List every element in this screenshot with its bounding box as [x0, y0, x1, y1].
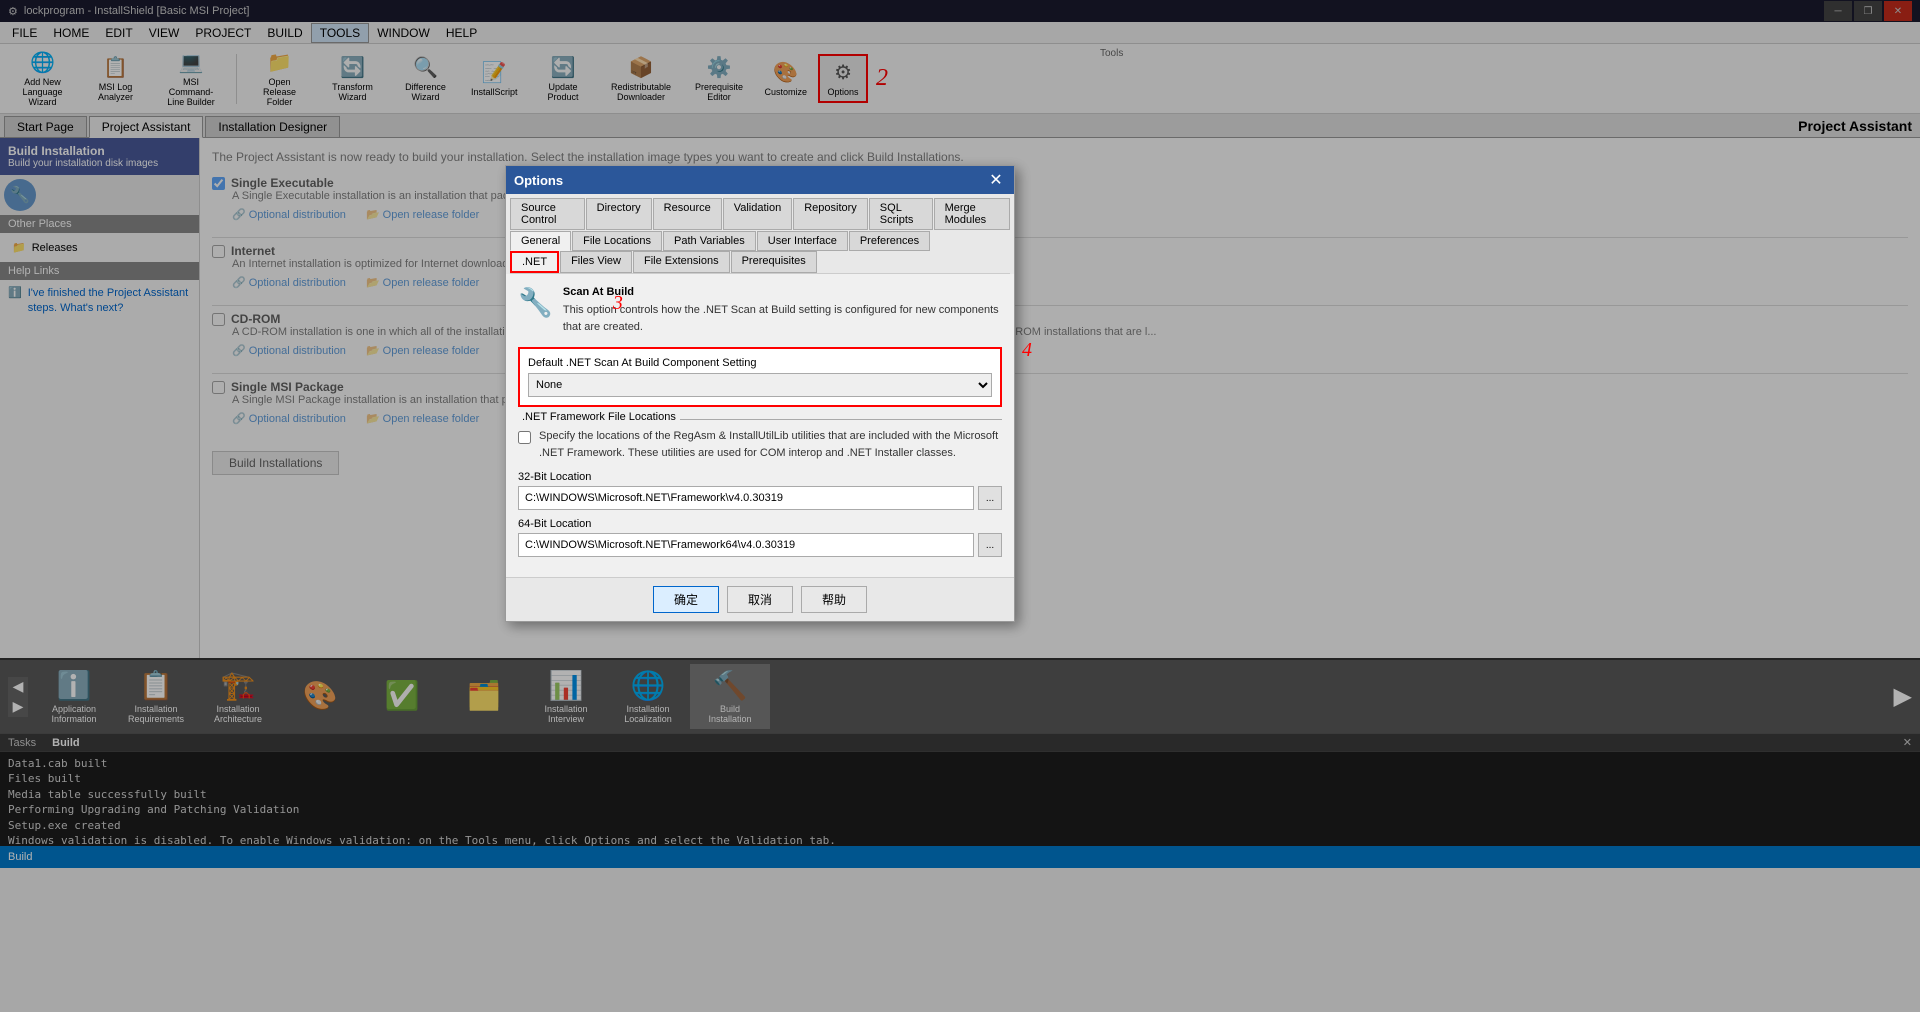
tab-source-control[interactable]: Source Control [510, 198, 585, 230]
default-setting-label: Default .NET Scan At Build Component Set… [528, 357, 992, 369]
tab-file-extensions[interactable]: File Extensions [633, 251, 730, 273]
default-setting-group: Default .NET Scan At Build Component Set… [518, 347, 1002, 407]
framework-desc: Specify the locations of the RegAsm & In… [539, 428, 1002, 461]
bit64-group: 64-Bit Location ... [518, 518, 1002, 557]
tab-dotnet[interactable]: .NET [510, 251, 559, 273]
dialog-content: 🔧 Scan At Build 3 This option controls h… [506, 274, 1014, 577]
dialog-tabs-container: Source Control Directory Resource Valida… [506, 194, 1014, 274]
bit64-browse-button[interactable]: ... [978, 533, 1002, 557]
bit32-group: 32-Bit Location ... [518, 471, 1002, 510]
scan-section: 🔧 Scan At Build 3 This option controls h… [518, 286, 1002, 335]
dialog-footer: 确定 取消 帮助 [506, 577, 1014, 621]
bit64-label: 64-Bit Location [518, 518, 1002, 530]
default-setting-row: None [528, 373, 992, 397]
dialog-tab-row-3: .NET Files View File Extensions Prerequi… [510, 251, 1010, 274]
tab-validation[interactable]: Validation [723, 198, 793, 230]
tab-repository[interactable]: Repository [793, 198, 868, 230]
dialog-help-button[interactable]: 帮助 [801, 586, 867, 613]
bit32-row: ... [518, 486, 1002, 510]
framework-divider: .NET Framework File Locations [518, 419, 1002, 420]
tab-preferences[interactable]: Preferences [849, 231, 930, 251]
tab-general[interactable]: General [510, 231, 571, 251]
tab-file-locations[interactable]: File Locations [572, 231, 662, 251]
bit32-input[interactable] [518, 486, 974, 510]
tab-prerequisites[interactable]: Prerequisites [731, 251, 817, 273]
bit64-input[interactable] [518, 533, 974, 557]
scan-icon: 🔧 [518, 286, 553, 319]
dialog-title-text: Options [514, 173, 563, 188]
bit32-label: 32-Bit Location [518, 471, 1002, 483]
dialog-tab-row-1: Source Control Directory Resource Valida… [510, 198, 1010, 230]
dialog-title-bar: Options ✕ [506, 166, 1014, 194]
scan-content: Scan At Build 3 This option controls how… [563, 286, 1002, 335]
bit32-browse-button[interactable]: ... [978, 486, 1002, 510]
tab-sql-scripts[interactable]: SQL Scripts [869, 198, 933, 230]
annotation-4: 4 [1022, 339, 1032, 362]
tab-user-interface[interactable]: User Interface [757, 231, 848, 251]
tab-files-view[interactable]: Files View [560, 251, 632, 273]
scan-desc: This option controls how the .NET Scan a… [563, 302, 1002, 335]
tab-directory[interactable]: Directory [586, 198, 652, 230]
framework-checkbox[interactable] [518, 431, 531, 444]
dialog-cancel-button[interactable]: 取消 [727, 586, 793, 613]
tab-path-variables[interactable]: Path Variables [663, 231, 756, 251]
tab-merge-modules[interactable]: Merge Modules [934, 198, 1010, 230]
framework-section-label: .NET Framework File Locations [518, 411, 680, 423]
default-setting-select[interactable]: None [528, 373, 992, 397]
scan-title: Scan At Build [563, 286, 1002, 298]
tab-resource[interactable]: Resource [653, 198, 722, 230]
dialog-confirm-button[interactable]: 确定 [653, 586, 719, 613]
bit64-row: ... [518, 533, 1002, 557]
dialog-close-button[interactable]: ✕ [986, 170, 1006, 190]
framework-content: Specify the locations of the RegAsm & In… [518, 428, 1002, 461]
dialog-tab-row-2: General File Locations Path Variables Us… [510, 231, 1010, 251]
annotation-3: 3 [613, 292, 623, 315]
options-dialog: Options ✕ Source Control Directory Resou… [505, 165, 1015, 622]
